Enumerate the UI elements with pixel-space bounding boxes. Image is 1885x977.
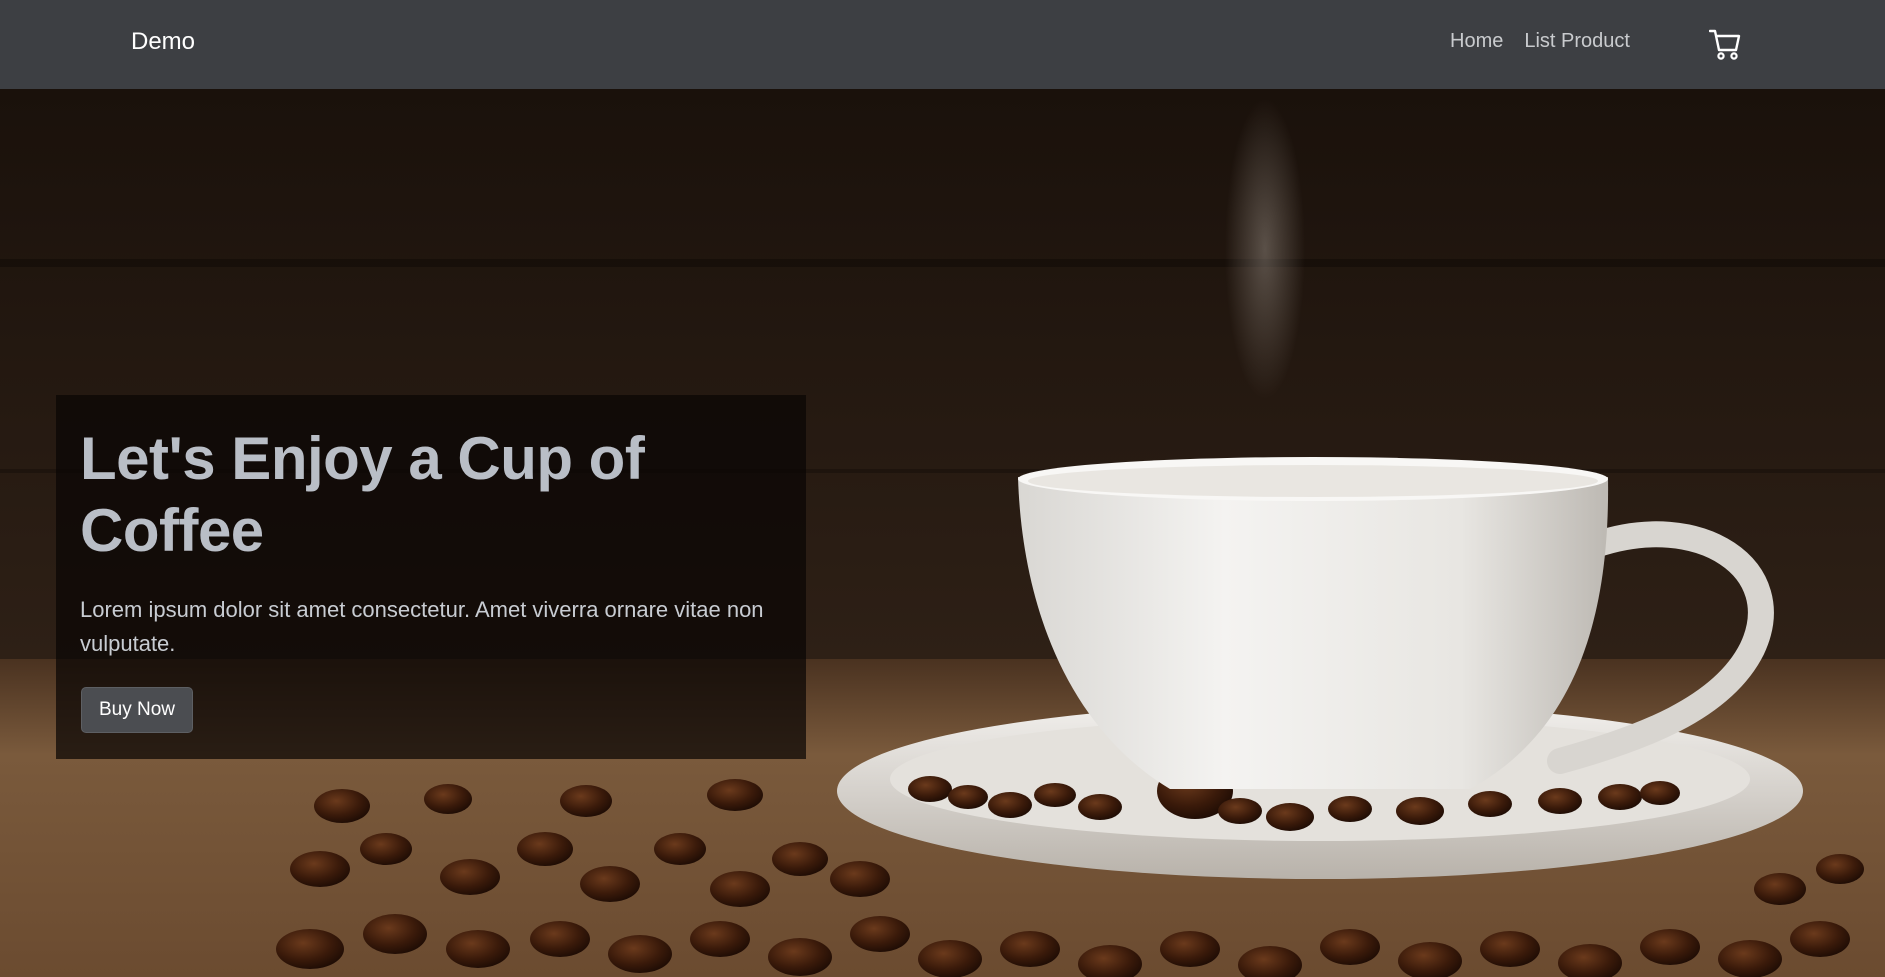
nav-list-product-link[interactable]: List Product — [1524, 30, 1630, 53]
hero-title: Let's Enjoy a Cup of Coffee — [80, 425, 645, 564]
nav-home-link[interactable]: Home — [1450, 30, 1503, 53]
hero-section: Let's Enjoy a Cup of Coffee Lorem ipsum … — [0, 89, 1885, 977]
navbar: Demo Home List Product — [0, 0, 1885, 89]
brand-logo[interactable]: Demo — [131, 28, 195, 56]
buy-now-button[interactable]: Buy Now — [81, 687, 193, 733]
nav-links: Home List Product — [1450, 30, 1630, 53]
hero-text-panel: Let's Enjoy a Cup of Coffee Lorem ipsum … — [56, 395, 806, 759]
hero-description: Lorem ipsum dolor sit amet consectetur. … — [80, 597, 764, 656]
shopping-cart-icon[interactable] — [1708, 28, 1741, 62]
